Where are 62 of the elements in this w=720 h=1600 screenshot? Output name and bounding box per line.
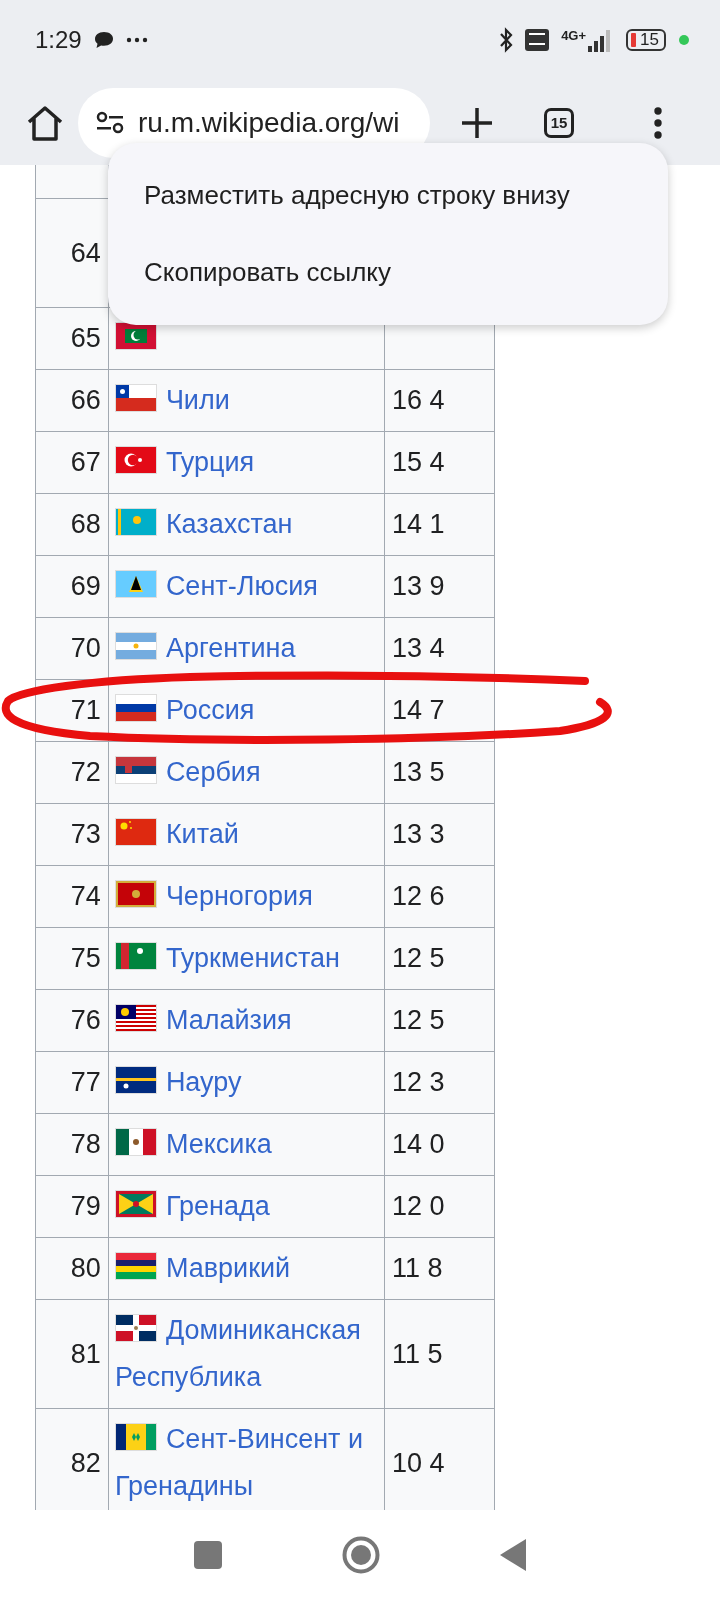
flag-icon bbox=[114, 508, 157, 536]
rank-cell: 72 bbox=[35, 741, 109, 804]
value-cell: 14 1 bbox=[384, 493, 495, 556]
status-time: 1:29 bbox=[35, 26, 82, 54]
flag-icon bbox=[114, 1190, 157, 1218]
rank-cell: 73 bbox=[35, 803, 109, 866]
flag-icon bbox=[114, 570, 157, 598]
flag-icon bbox=[114, 1423, 157, 1451]
chat-icon bbox=[93, 31, 114, 49]
value-cell: 12 3 bbox=[384, 1051, 495, 1114]
value-cell: 12 6 bbox=[384, 865, 495, 928]
flag-icon bbox=[114, 1314, 157, 1342]
flag-icon bbox=[114, 756, 157, 784]
flag-icon bbox=[114, 384, 157, 412]
flag-icon bbox=[114, 1066, 157, 1094]
menu-item[interactable]: Разместить адресную строку внизу bbox=[108, 157, 668, 234]
more-dots-icon bbox=[125, 37, 148, 43]
flag-icon bbox=[114, 632, 157, 660]
status-dot-icon bbox=[678, 34, 690, 46]
value-cell: 11 5 bbox=[384, 1299, 495, 1409]
menu-item[interactable]: Скопировать ссылку bbox=[108, 234, 668, 311]
rank-cell: 80 bbox=[35, 1237, 109, 1300]
rank-cell: 67 bbox=[35, 431, 109, 494]
rank-cell: 74 bbox=[35, 865, 109, 928]
flag-icon bbox=[114, 942, 157, 970]
value-cell: 16 4 bbox=[384, 369, 495, 432]
rank-cell: 71 bbox=[35, 679, 109, 742]
flag-icon bbox=[114, 1004, 157, 1032]
value-cell: 11 8 bbox=[384, 1237, 495, 1300]
flag-icon bbox=[114, 694, 157, 722]
back-icon[interactable] bbox=[500, 1539, 526, 1571]
flag-icon bbox=[114, 1128, 157, 1156]
rank-cell: 79 bbox=[35, 1175, 109, 1238]
flag-icon bbox=[114, 880, 157, 908]
rank-cell: 77 bbox=[35, 1051, 109, 1114]
tune-icon bbox=[96, 110, 124, 135]
rank-cell: 82 bbox=[35, 1408, 109, 1510]
rank-cell: 65 bbox=[35, 307, 109, 370]
rank-cell: 78 bbox=[35, 1113, 109, 1176]
rank-cell: 69 bbox=[35, 555, 109, 618]
rank-cell: 70 bbox=[35, 617, 109, 680]
home-nav-icon[interactable] bbox=[342, 1536, 380, 1574]
flag-icon bbox=[114, 1252, 157, 1280]
value-cell: 13 9 bbox=[384, 555, 495, 618]
rank-cell: 76 bbox=[35, 989, 109, 1052]
flag-icon bbox=[114, 818, 157, 846]
rank-cell: 75 bbox=[35, 927, 109, 990]
network-type: 4G+ bbox=[561, 28, 587, 43]
battery-indicator: 15 bbox=[626, 29, 666, 51]
rank-cell: 68 bbox=[35, 493, 109, 556]
value-cell: 12 5 bbox=[384, 989, 495, 1052]
value-cell: 15 4 bbox=[384, 431, 495, 494]
value-cell: 12 0 bbox=[384, 1175, 495, 1238]
bluetooth-icon bbox=[499, 27, 514, 53]
value-cell: 12 5 bbox=[384, 927, 495, 990]
flag-icon bbox=[114, 446, 157, 474]
value-cell: 13 3 bbox=[384, 803, 495, 866]
tab-count-button[interactable]: 15 bbox=[544, 107, 574, 138]
value-cell: 13 5 bbox=[384, 741, 495, 804]
rank-cell: 66 bbox=[35, 369, 109, 432]
value-cell: 14 0 bbox=[384, 1113, 495, 1176]
rank-cell: 81 bbox=[35, 1299, 109, 1409]
